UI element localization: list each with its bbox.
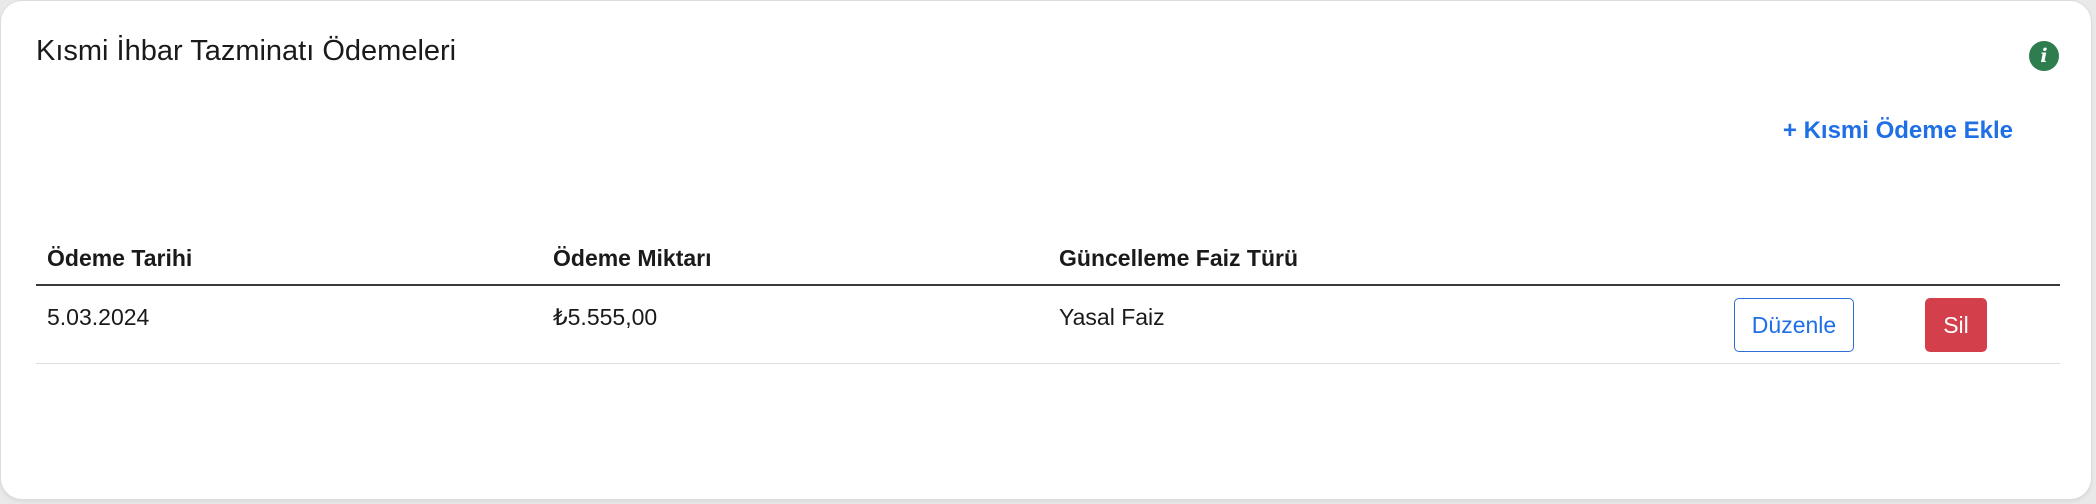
edit-button[interactable]: Düzenle bbox=[1734, 298, 1854, 352]
info-icon[interactable]: i bbox=[2029, 41, 2059, 71]
column-header-interest-type: Güncelleme Faiz Türü bbox=[1059, 245, 1298, 271]
table-row: 5.03.2024 ₺5.555,00 Yasal Faiz Düzenle S… bbox=[36, 286, 2060, 364]
add-partial-payment-link[interactable]: + Kısmi Ödeme Ekle bbox=[1783, 115, 2013, 147]
card-title: Kısmi İhbar Tazminatı Ödemeleri bbox=[36, 35, 457, 67]
payments-table: Ödeme Tarihi Ödeme Miktarı Güncelleme Fa… bbox=[36, 235, 2060, 364]
delete-button[interactable]: Sil bbox=[1925, 298, 1987, 352]
interest-type-cell: Yasal Faiz bbox=[1059, 304, 1165, 330]
column-header-payment-amount: Ödeme Miktarı bbox=[553, 245, 712, 271]
payment-date-cell: 5.03.2024 bbox=[47, 304, 150, 330]
column-header-payment-date: Ödeme Tarihi bbox=[47, 245, 193, 271]
payment-amount-cell: ₺5.555,00 bbox=[553, 304, 658, 330]
partial-payments-card: Kısmi İhbar Tazminatı Ödemeleri i + Kısm… bbox=[0, 0, 2092, 500]
table-header: Ödeme Tarihi Ödeme Miktarı Güncelleme Fa… bbox=[36, 235, 2060, 286]
